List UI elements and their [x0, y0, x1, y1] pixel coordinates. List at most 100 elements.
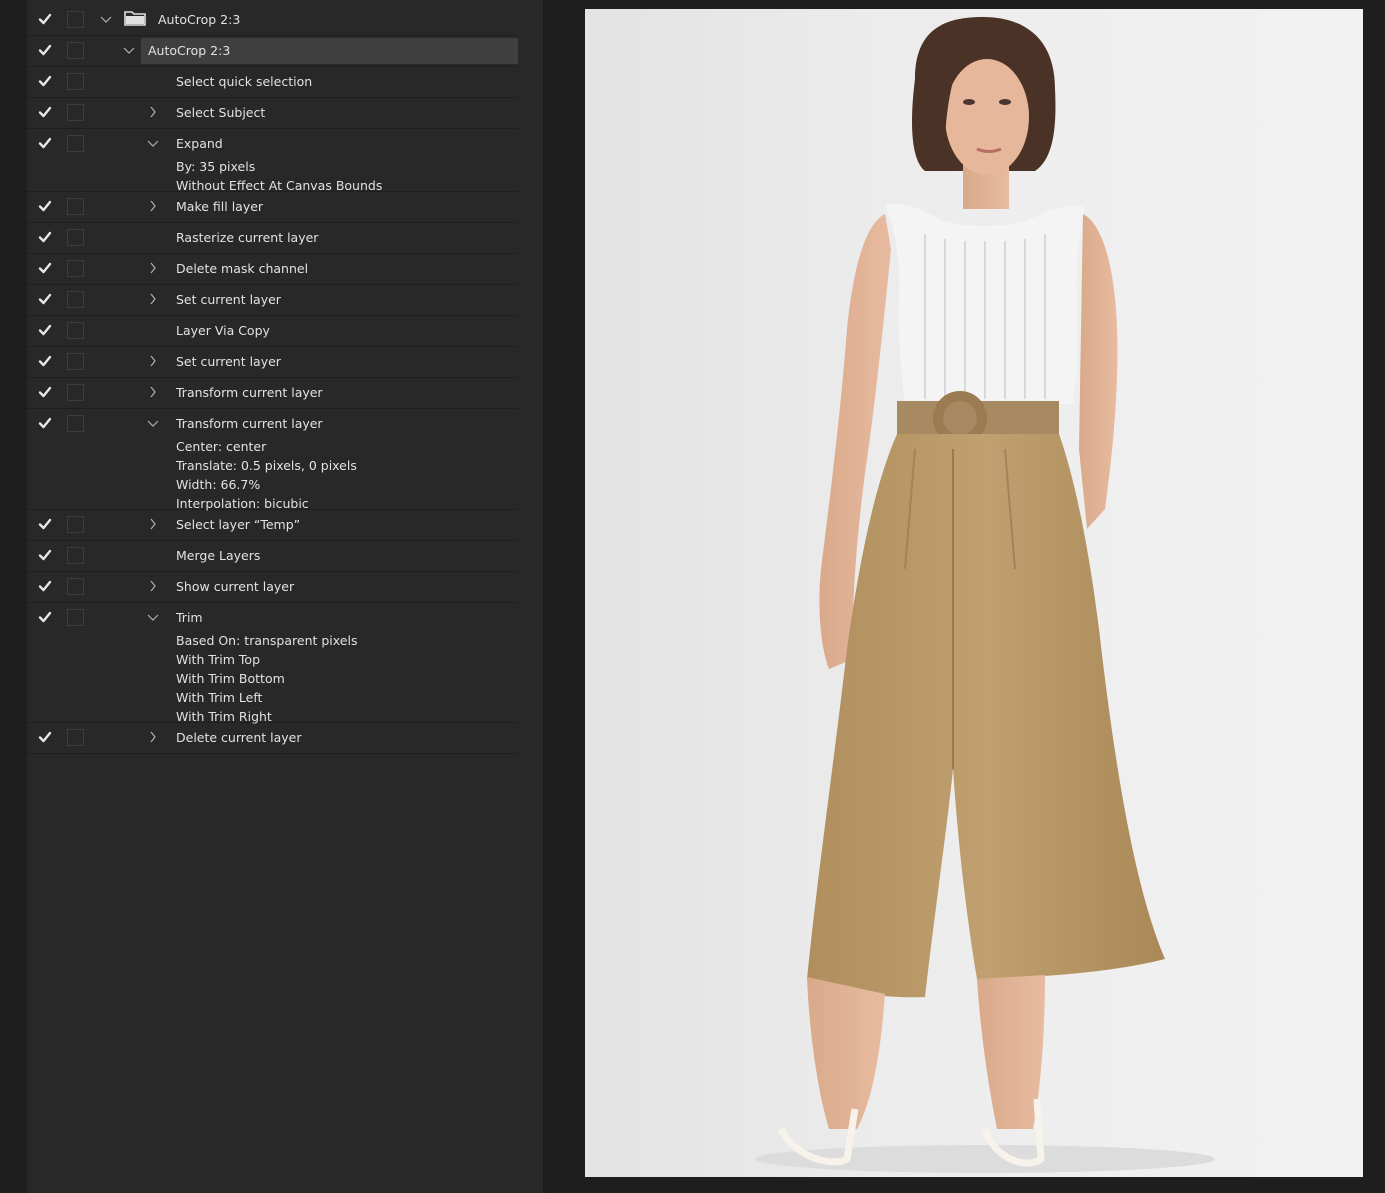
chevron-down-icon[interactable] [100, 12, 112, 26]
checkmark-icon[interactable] [38, 354, 52, 368]
chevron-right-icon[interactable] [147, 292, 159, 306]
checkmark-icon[interactable] [38, 416, 52, 430]
step-label: Select Subject [176, 105, 266, 120]
step-label: Delete mask channel [176, 261, 309, 276]
checkmark-icon[interactable] [38, 517, 52, 531]
dialog-toggle-box[interactable] [67, 322, 84, 339]
step-row[interactable]: Merge Layers [27, 541, 518, 572]
step-label: Merge Layers [176, 548, 261, 563]
action-set-row[interactable]: AutoCrop 2:3 [27, 5, 518, 36]
dialog-toggle-box[interactable] [67, 609, 84, 626]
checkmark-icon[interactable] [38, 579, 52, 593]
dialog-toggle-box[interactable] [67, 516, 84, 533]
checkmark-icon[interactable] [38, 261, 52, 275]
step-detail: With Trim Bottom [176, 671, 285, 686]
step-row[interactable]: Select Subject [27, 98, 518, 129]
step-row[interactable]: Set current layer [27, 285, 518, 316]
checkmark-icon[interactable] [38, 292, 52, 306]
step-row[interactable]: Trim Based On: transparent pixels With Tri… [27, 603, 518, 724]
step-label: Make fill layer [176, 199, 264, 214]
step-label: Select layer “Temp” [176, 517, 301, 532]
chevron-down-icon[interactable] [147, 416, 159, 430]
checkmark-icon[interactable] [38, 323, 52, 337]
actions-list: AutoCrop 2:3 AutoCrop 2:3 Select quick sel… [27, 5, 518, 754]
step-row[interactable]: Show current layer [27, 572, 518, 603]
step-row[interactable]: Select quick selection [27, 67, 518, 98]
step-detail: Width: 66.7% [176, 477, 261, 492]
step-label: Trim [176, 610, 203, 625]
step-row[interactable]: Select layer “Temp” [27, 510, 518, 541]
chevron-down-icon[interactable] [147, 610, 159, 624]
dialog-toggle-box[interactable] [67, 384, 84, 401]
dialog-toggle-box[interactable] [67, 73, 84, 90]
dialog-toggle-box[interactable] [67, 11, 84, 28]
step-row[interactable]: Delete current layer [27, 723, 518, 754]
checkmark-icon[interactable] [38, 105, 52, 119]
step-row[interactable]: Layer Via Copy [27, 316, 518, 347]
step-label: Select quick selection [176, 74, 313, 89]
step-detail: Translate: 0.5 pixels, 0 pixels [176, 458, 357, 473]
checkmark-icon[interactable] [38, 385, 52, 399]
step-row[interactable]: Transform current layer Center: center Tra… [27, 409, 518, 511]
checkmark-icon[interactable] [38, 74, 52, 88]
dialog-toggle-box[interactable] [67, 135, 84, 152]
chevron-right-icon[interactable] [147, 261, 159, 275]
checkmark-icon[interactable] [38, 136, 52, 150]
step-label: Rasterize current layer [176, 230, 319, 245]
dialog-toggle-box[interactable] [67, 353, 84, 370]
checkmark-icon[interactable] [38, 12, 52, 26]
step-row[interactable]: Rasterize current layer [27, 223, 518, 254]
model-photo [755, 17, 1215, 1173]
step-label: Transform current layer [176, 385, 323, 400]
chevron-right-icon[interactable] [147, 730, 159, 744]
document-canvas[interactable] [585, 9, 1363, 1177]
step-label: Expand [176, 136, 223, 151]
action-row[interactable]: AutoCrop 2:3 [27, 36, 518, 67]
step-label: Layer Via Copy [176, 323, 270, 338]
step-label: Show current layer [176, 579, 295, 594]
step-detail: With Trim Top [176, 652, 261, 667]
chevron-right-icon[interactable] [147, 385, 159, 399]
dialog-toggle-box[interactable] [67, 229, 84, 246]
step-label: Set current layer [176, 292, 281, 307]
chevron-down-icon[interactable] [147, 136, 159, 150]
step-detail: With Trim Left [176, 690, 263, 705]
dialog-toggle-box[interactable] [67, 729, 84, 746]
panel-divider [543, 0, 545, 1193]
dialog-toggle-box[interactable] [67, 104, 84, 121]
step-detail: With Trim Right [176, 709, 272, 724]
step-row[interactable]: Set current layer [27, 347, 518, 378]
checkmark-icon[interactable] [38, 199, 52, 213]
step-label: AutoCrop 2:3 [148, 43, 231, 58]
folder-icon [124, 9, 146, 27]
step-label: Set current layer [176, 354, 281, 369]
actions-panel: AutoCrop 2:3 AutoCrop 2:3 Select quick sel… [27, 0, 543, 1193]
checkmark-icon[interactable] [38, 43, 52, 57]
chevron-right-icon[interactable] [147, 354, 159, 368]
step-detail: Without Effect At Canvas Bounds [176, 178, 383, 193]
checkmark-icon[interactable] [38, 548, 52, 562]
step-detail: Center: center [176, 439, 267, 454]
dialog-toggle-box[interactable] [67, 415, 84, 432]
chevron-right-icon[interactable] [147, 579, 159, 593]
dialog-toggle-box[interactable] [67, 547, 84, 564]
checkmark-icon[interactable] [38, 230, 52, 244]
step-detail: By: 35 pixels [176, 159, 256, 174]
dialog-toggle-box[interactable] [67, 42, 84, 59]
dialog-toggle-box[interactable] [67, 260, 84, 277]
checkmark-icon[interactable] [38, 610, 52, 624]
step-row[interactable]: Delete mask channel [27, 254, 518, 285]
checkmark-icon[interactable] [38, 730, 52, 744]
dialog-toggle-box[interactable] [67, 578, 84, 595]
chevron-right-icon[interactable] [147, 517, 159, 531]
dialog-toggle-box[interactable] [67, 291, 84, 308]
step-row[interactable]: Expand By: 35 pixels Without Effect At Can… [27, 129, 518, 193]
chevron-right-icon[interactable] [147, 105, 159, 119]
chevron-down-icon[interactable] [123, 43, 135, 57]
step-label: Transform current layer [176, 416, 323, 431]
dialog-toggle-box[interactable] [67, 198, 84, 215]
step-label: Delete current layer [176, 730, 302, 745]
step-row[interactable]: Transform current layer [27, 378, 518, 409]
step-row[interactable]: Make fill layer [27, 192, 518, 223]
chevron-right-icon[interactable] [147, 199, 159, 213]
